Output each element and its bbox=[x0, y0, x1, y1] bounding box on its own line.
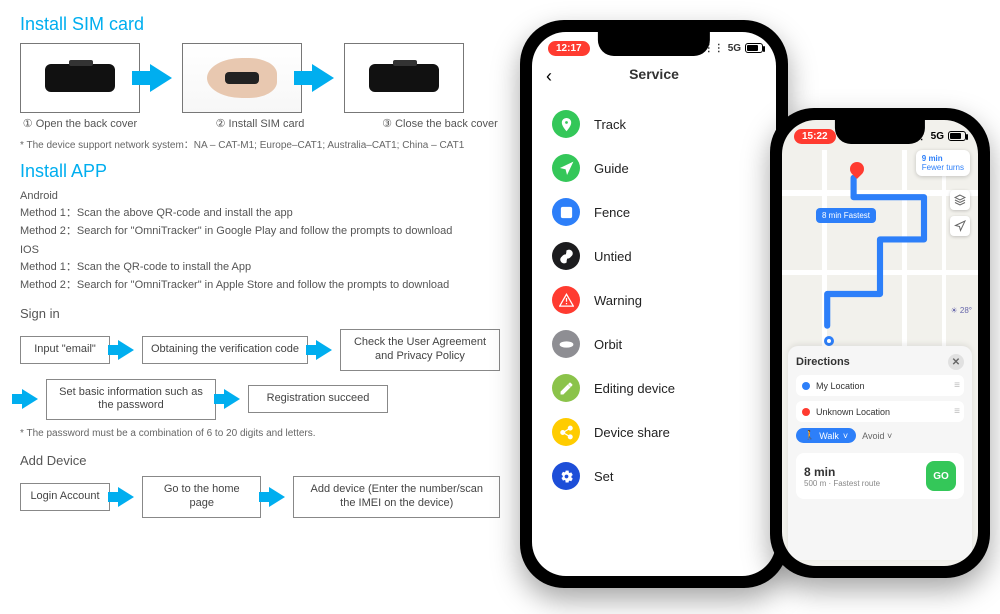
signin-step-agreement: Check the User Agreement and Privacy Pol… bbox=[340, 329, 500, 371]
signin-flow-1: Input "email" Obtaining the verification… bbox=[20, 329, 500, 371]
arrow-right-icon bbox=[312, 64, 334, 92]
service-item-label: Track bbox=[594, 117, 626, 132]
arrow-right-icon bbox=[269, 487, 285, 507]
mode-walk-pill[interactable]: 🚶 Walk ˅ bbox=[796, 428, 856, 443]
arrow-right-icon bbox=[316, 340, 332, 360]
ios-method-1: Method 1：Scan the QR-code to install the… bbox=[20, 258, 500, 274]
ios-method-2: Method 2：Search for "OmniTracker" in App… bbox=[20, 276, 500, 292]
to-field[interactable]: Unknown Location ≡ bbox=[796, 401, 964, 422]
sim-step-2-image bbox=[182, 43, 302, 113]
service-item-label: Fence bbox=[594, 205, 630, 220]
battery-icon bbox=[745, 43, 763, 53]
service-item-device-share[interactable]: Device share bbox=[552, 410, 756, 454]
android-method-1: Method 1：Scan the above QR-code and inst… bbox=[20, 204, 500, 220]
orbit-icon bbox=[552, 330, 580, 358]
route-overlay: 8 min Fastest bbox=[792, 160, 968, 340]
sim-steps-row bbox=[20, 43, 500, 113]
sim-step-3-caption: ③ Close the back cover bbox=[380, 117, 500, 130]
arrow-right-icon bbox=[118, 340, 134, 360]
sim-step-1-caption: ① Open the back cover bbox=[20, 117, 140, 130]
directions-panel: Directions ✕ My Location ≡ Unknown Locat… bbox=[788, 346, 972, 560]
signin-flow-2: Set basic information such as the passwo… bbox=[20, 379, 500, 421]
phone-mockup-map: 15:22 ⋮⋮ 5G 9 min Fewer turns bbox=[770, 108, 990, 578]
sim-step-2-caption: ② Install SIM card bbox=[200, 117, 320, 130]
from-field[interactable]: My Location ≡ bbox=[796, 375, 964, 396]
network-label: 5G bbox=[728, 43, 741, 54]
service-list: Track Guide Fence Untied Warning Orbit Editing… bbox=[532, 102, 776, 576]
android-method-2: Method 2：Search for "OmniTracker" in Goo… bbox=[20, 222, 500, 238]
signin-footnote: * The password must be a combination of … bbox=[20, 428, 500, 439]
fence-icon bbox=[552, 198, 580, 226]
arrow-right-icon bbox=[150, 64, 172, 92]
eta-sub: 500 m · Fastest route bbox=[804, 479, 880, 488]
link-icon bbox=[552, 242, 580, 270]
sim-step-1-image bbox=[20, 43, 140, 113]
arrow-right-icon bbox=[22, 389, 38, 409]
service-item-guide[interactable]: Guide bbox=[552, 146, 756, 190]
app-heading: Install APP bbox=[20, 161, 500, 182]
add-step-device: Add device (Enter the number/scan the IM… bbox=[293, 476, 500, 518]
signin-heading: Sign in bbox=[20, 306, 500, 321]
arrow-right-icon bbox=[224, 389, 240, 409]
avoid-dropdown[interactable]: Avoid ˅ bbox=[862, 431, 892, 441]
signin-step-email: Input "email" bbox=[20, 336, 110, 364]
close-icon[interactable]: ✕ bbox=[948, 354, 964, 370]
add-device-flow: Login Account Go to the home page Add de… bbox=[20, 476, 500, 518]
route-label[interactable]: 8 min Fastest bbox=[816, 208, 876, 223]
service-item-untied[interactable]: Untied bbox=[552, 234, 756, 278]
service-item-label: Set bbox=[594, 469, 614, 484]
android-subhead: Android bbox=[20, 190, 500, 202]
service-item-warning[interactable]: Warning bbox=[552, 278, 756, 322]
signin-step-code: Obtaining the verification code bbox=[142, 336, 308, 364]
page-title: Service bbox=[532, 66, 776, 82]
go-button[interactable]: GO bbox=[926, 461, 956, 491]
service-item-track[interactable]: Track bbox=[552, 102, 756, 146]
end-pin-icon bbox=[824, 336, 834, 346]
drag-handle-icon[interactable]: ≡ bbox=[954, 380, 958, 391]
origin-dot-icon bbox=[802, 382, 810, 390]
to-label: Unknown Location bbox=[816, 407, 890, 417]
sim-footnote: * The device support network system：NA –… bbox=[20, 136, 500, 151]
weather-badge: ☀ 28° bbox=[950, 306, 972, 315]
loc-icon bbox=[552, 110, 580, 138]
arrow-right-icon bbox=[118, 487, 134, 507]
add-step-home: Go to the home page bbox=[142, 476, 261, 518]
directions-title: Directions bbox=[796, 356, 850, 368]
status-time: 12:17 bbox=[548, 41, 590, 56]
phone-mockup-service: 12:17 ⋮⋮ 5G 78 ‹ Service TrackGuideFence… bbox=[520, 20, 788, 588]
add-step-login: Login Account bbox=[20, 483, 110, 511]
warn-icon bbox=[552, 286, 580, 314]
drag-handle-icon[interactable]: ≡ bbox=[954, 406, 958, 417]
service-item-editing-device[interactable]: Editing device bbox=[552, 366, 756, 410]
service-item-label: Editing device bbox=[594, 381, 675, 396]
service-item-label: Device share bbox=[594, 425, 670, 440]
instruction-document: Install SIM card ① Open the back cover ②… bbox=[20, 8, 500, 526]
signin-step-succeed: Registration succeed bbox=[248, 385, 388, 413]
network-label: 5G bbox=[931, 131, 944, 142]
service-item-label: Warning bbox=[594, 293, 642, 308]
sim-step-3-image bbox=[344, 43, 464, 113]
edit-icon bbox=[552, 374, 580, 402]
from-label: My Location bbox=[816, 381, 865, 391]
service-item-label: Untied bbox=[594, 249, 632, 264]
service-item-fence[interactable]: Fence bbox=[552, 190, 756, 234]
add-device-heading: Add Device bbox=[20, 453, 500, 468]
eta-main: 8 min bbox=[804, 465, 880, 479]
service-item-orbit[interactable]: Orbit bbox=[552, 322, 756, 366]
destination-dot-icon bbox=[802, 408, 810, 416]
nav-icon bbox=[552, 154, 580, 182]
service-item-set[interactable]: Set bbox=[552, 454, 756, 498]
ios-subhead: IOS bbox=[20, 244, 500, 256]
signin-step-password: Set basic information such as the passwo… bbox=[46, 379, 216, 421]
phone-notch bbox=[835, 120, 925, 144]
sim-heading: Install SIM card bbox=[20, 14, 500, 35]
route-summary-card[interactable]: 8 min 500 m · Fastest route GO bbox=[796, 453, 964, 499]
phone-notch bbox=[598, 32, 710, 56]
status-time: 15:22 bbox=[794, 129, 836, 144]
service-item-label: Guide bbox=[594, 161, 629, 176]
service-item-label: Orbit bbox=[594, 337, 622, 352]
gear-icon bbox=[552, 462, 580, 490]
battery-icon bbox=[948, 131, 966, 141]
share-icon bbox=[552, 418, 580, 446]
